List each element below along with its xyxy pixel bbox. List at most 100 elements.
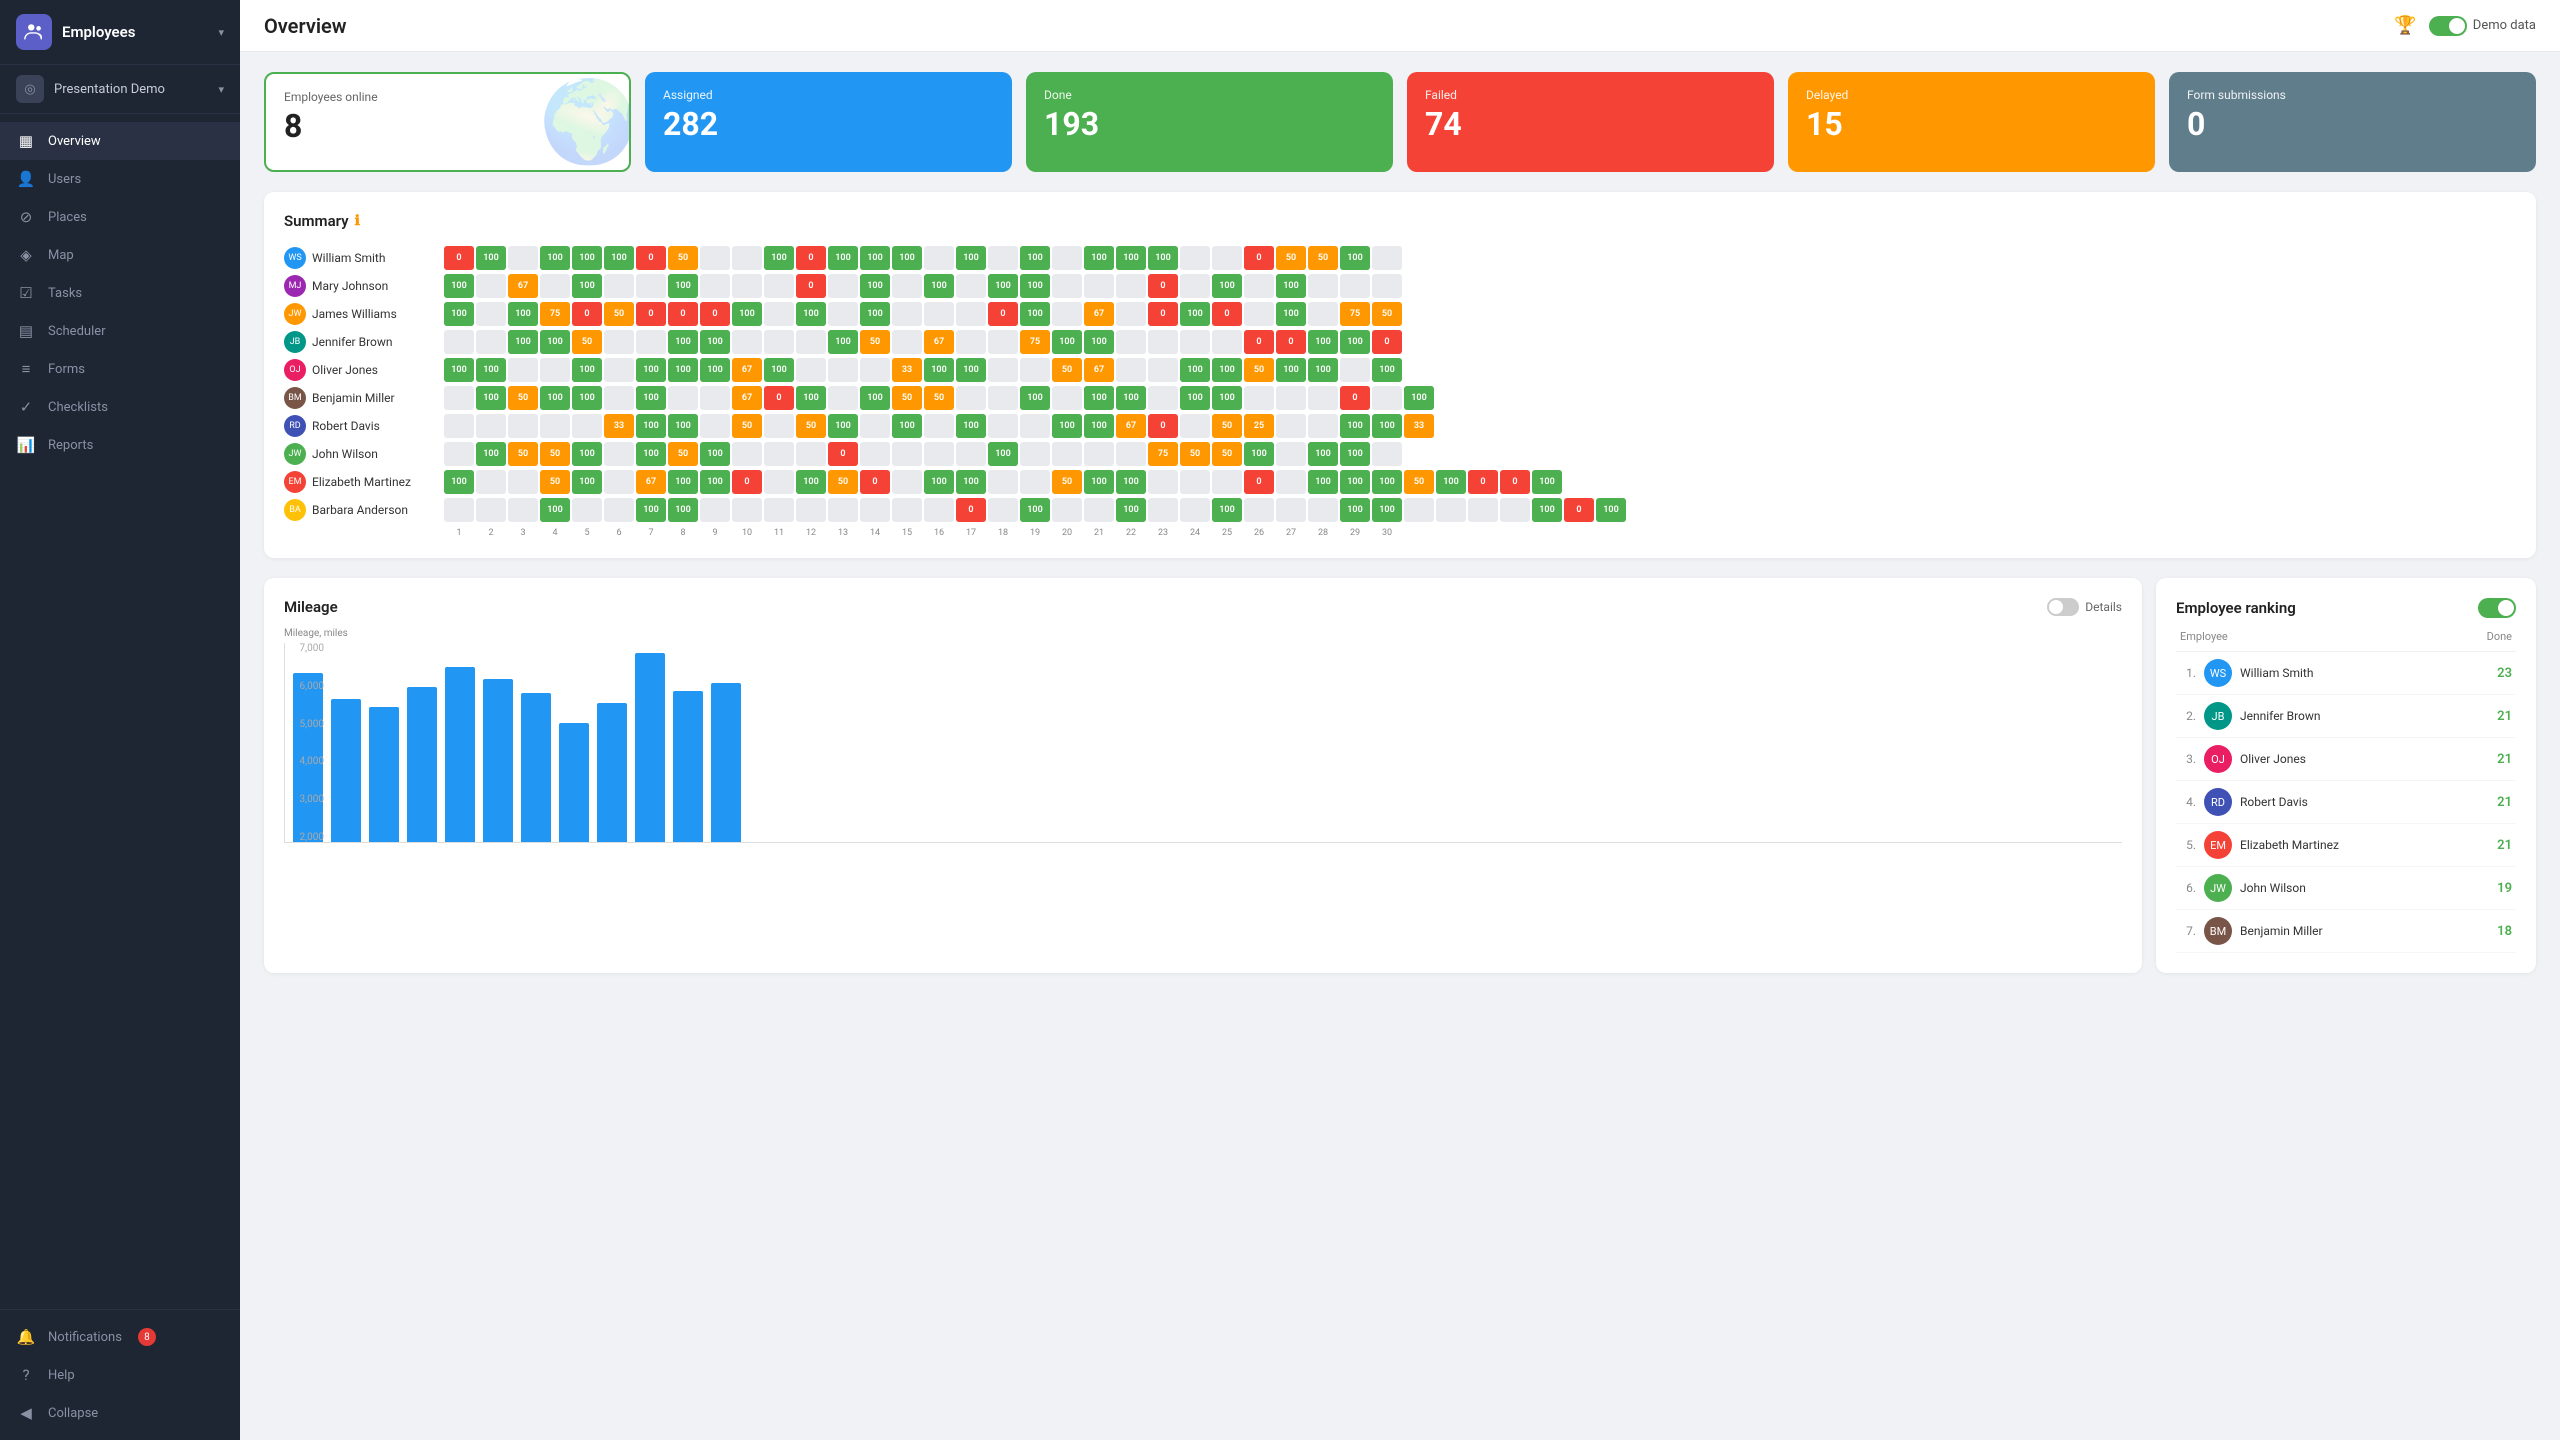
ranking-row[interactable]: 6. JW John Wilson 19	[2176, 867, 2516, 910]
cell: 100	[668, 498, 698, 522]
details-toggle-switch[interactable]	[2047, 598, 2079, 616]
cell: 33	[1404, 414, 1434, 438]
cell	[860, 414, 890, 438]
cell	[1052, 302, 1082, 326]
chart-bar[interactable]	[673, 691, 703, 842]
sidebar-header[interactable]: Employees ▾	[0, 0, 240, 65]
cells-container-4: 1001001001001001006710033100100506710010…	[444, 358, 2516, 382]
cell: 0	[1372, 330, 1402, 354]
summary-info-icon[interactable]: ℹ	[355, 213, 360, 229]
ranking-row[interactable]: 5. EM Elizabeth Martinez 21	[2176, 824, 2516, 867]
cell: 100	[1276, 358, 1306, 382]
cell	[1212, 330, 1242, 354]
cell	[796, 358, 826, 382]
nav-icon-users: 👤	[16, 169, 36, 189]
nav-icon-map: ◈	[16, 245, 36, 265]
sidebar-item-checklists[interactable]: ✓Checklists	[0, 388, 240, 426]
chart-bar[interactable]	[293, 673, 323, 842]
demo-toggle[interactable]	[2429, 16, 2467, 36]
cell	[476, 274, 506, 298]
cell: 100	[1020, 386, 1050, 410]
cell: 100	[1596, 498, 1626, 522]
cell: 100	[1532, 498, 1562, 522]
ranking-row[interactable]: 7. BM Benjamin Miller 18	[2176, 910, 2516, 953]
cell	[924, 302, 954, 326]
sidebar-item-tasks[interactable]: ☑Tasks	[0, 274, 240, 312]
cell	[476, 470, 506, 494]
cell: 0	[1500, 470, 1530, 494]
col-label: 29	[1340, 528, 1370, 538]
nav-icon-overview: ▦	[16, 131, 36, 151]
cell: 100	[700, 442, 730, 466]
ranking-row[interactable]: 1. WS William Smith 23	[2176, 652, 2516, 695]
cell	[636, 330, 666, 354]
chart-bar[interactable]	[445, 667, 475, 842]
cell	[764, 274, 794, 298]
project-selector[interactable]: ◎ Presentation Demo ▾	[0, 65, 240, 114]
stat-card-delayed[interactable]: Delayed 15	[1788, 72, 2155, 172]
sidebar-item-overview[interactable]: ▦Overview	[0, 122, 240, 160]
sidebar-item-forms[interactable]: ≡Forms	[0, 350, 240, 388]
stat-card-assigned[interactable]: Assigned 282	[645, 72, 1012, 172]
ranking-row[interactable]: 4. RD Robert Davis 21	[2176, 781, 2516, 824]
cell	[540, 274, 570, 298]
cell	[764, 330, 794, 354]
sidebar-item-reports[interactable]: 📊Reports	[0, 426, 240, 464]
rank-done: 19	[2497, 881, 2512, 896]
cell: 100	[444, 470, 474, 494]
sidebar-item-scheduler[interactable]: ▤Scheduler	[0, 312, 240, 350]
app-icon	[16, 14, 52, 50]
cell	[1116, 358, 1146, 382]
ranking-row[interactable]: 2. JB Jennifer Brown 21	[2176, 695, 2516, 738]
stat-card-employees-online[interactable]: Employees online 8 🌍	[264, 72, 631, 172]
cell: 100	[828, 330, 858, 354]
cell	[1372, 274, 1402, 298]
details-toggle[interactable]: Details	[2047, 598, 2122, 616]
cell: 50	[828, 470, 858, 494]
cell: 100	[956, 358, 986, 382]
cell: 50	[604, 302, 634, 326]
chart-bar[interactable]	[597, 703, 627, 842]
chart-bar[interactable]	[483, 679, 513, 842]
cell: 50	[1212, 442, 1242, 466]
trophy-icon: 🏆	[2394, 15, 2416, 36]
project-chevron: ▾	[218, 83, 224, 96]
chart-bar[interactable]	[521, 693, 551, 842]
cell	[1180, 330, 1210, 354]
cell: 100	[1084, 330, 1114, 354]
chart-bar[interactable]	[369, 707, 399, 842]
chart-bar[interactable]	[559, 723, 589, 842]
cell	[764, 442, 794, 466]
cell	[892, 470, 922, 494]
cell: 0	[1340, 386, 1370, 410]
chart-bar[interactable]	[331, 699, 361, 842]
sidebar-item-places[interactable]: ⊘Places	[0, 198, 240, 236]
sidebar-item-map[interactable]: ◈Map	[0, 236, 240, 274]
sidebar-footer-notifications[interactable]: 🔔Notifications8	[0, 1318, 240, 1356]
ranking-row[interactable]: 3. OJ Oliver Jones 21	[2176, 738, 2516, 781]
stat-card-done[interactable]: Done 193	[1026, 72, 1393, 172]
sidebar-item-users[interactable]: 👤Users	[0, 160, 240, 198]
cell	[1084, 274, 1114, 298]
footer-label-notifications: Notifications	[48, 1330, 122, 1345]
cell	[668, 386, 698, 410]
chart-bar[interactable]	[711, 683, 741, 842]
cell: 100	[1340, 414, 1370, 438]
cell: 100	[444, 358, 474, 382]
nav-icon-checklists: ✓	[16, 397, 36, 417]
sidebar-footer-collapse[interactable]: ◀Collapse	[0, 1394, 240, 1432]
chart-bar[interactable]	[407, 687, 437, 842]
cell: 50	[796, 414, 826, 438]
cell: 100	[1084, 470, 1114, 494]
sidebar-footer-help[interactable]: ?Help	[0, 1356, 240, 1394]
cell: 50	[540, 442, 570, 466]
cell	[1244, 274, 1274, 298]
cell	[956, 274, 986, 298]
stat-card-failed[interactable]: Failed 74	[1407, 72, 1774, 172]
stat-card-form-submissions[interactable]: Form submissions 0	[2169, 72, 2536, 172]
chart-bar[interactable]	[635, 653, 665, 842]
ranking-toggle[interactable]	[2478, 598, 2516, 618]
cell: 100	[1180, 358, 1210, 382]
cell	[1116, 274, 1146, 298]
cell: 67	[508, 274, 538, 298]
